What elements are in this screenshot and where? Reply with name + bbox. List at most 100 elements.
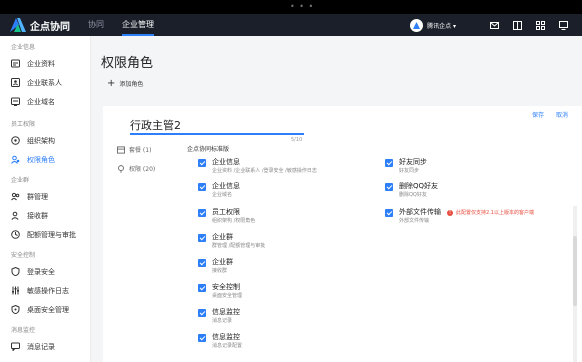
monitor-icon[interactable]: [559, 20, 568, 30]
permission-title: 删除QQ好友: [399, 182, 439, 190]
checkbox-checked[interactable]: [198, 234, 206, 242]
logo-icon: [10, 18, 26, 32]
sidebar-item-permission-roles[interactable]: 权限角色: [0, 150, 90, 169]
sidebar-item-label: 群管理: [27, 192, 48, 201]
permission-title: 企业群: [212, 233, 233, 241]
sidebar-item-enterprise-domain[interactable]: 企业域名: [0, 92, 90, 111]
permission-sub: 企业域名: [212, 192, 233, 198]
permission-title: 安全控制: [212, 283, 240, 291]
org-logo-icon: [413, 21, 421, 29]
permission-title: 好友同步: [399, 158, 427, 166]
sidebar-item-receive-group[interactable]: 接收群: [0, 206, 90, 225]
warning-text: 此配置仅支持2.1以上版本的客户端: [456, 210, 534, 216]
permission-sub: 删除QQ好友: [399, 192, 427, 198]
domain-icon: [11, 97, 20, 106]
tab-package[interactable]: 套餐 (1): [117, 145, 151, 154]
section-title: 企点协同标准版: [187, 146, 230, 153]
role-icon: [11, 155, 20, 164]
sidebar-item-label: 企业资料: [27, 59, 55, 68]
checkbox-checked[interactable]: [198, 259, 206, 267]
tab-collaboration[interactable]: 协同: [88, 14, 104, 36]
permission-item[interactable]: 外部文件传输 ! 此配置仅支持2.1以上版本的客户端 外部文件传输: [385, 208, 534, 225]
save-button[interactable]: 保存: [532, 110, 544, 119]
checkbox-checked[interactable]: [198, 159, 206, 167]
permission-item[interactable]: 企业群 接收群: [198, 258, 233, 275]
checkbox-checked[interactable]: [385, 183, 393, 191]
main-content: 权限角色 + 添加角色 保存 取消 5/10 套餐 (1) 权限 (20) 企点…: [91, 36, 582, 362]
sidebar-item-label: 接收群: [27, 211, 48, 220]
permission-item[interactable]: 安全控制桌面安全管理: [198, 283, 242, 300]
sidebar-item-label: 消息记录: [27, 342, 55, 351]
id-card-icon: [11, 59, 20, 68]
tab-permission[interactable]: 权限 (20): [117, 164, 155, 173]
org-icon: [11, 136, 20, 145]
sidebar-item-label: 登录安全: [27, 267, 55, 276]
cancel-button[interactable]: 取消: [556, 110, 568, 119]
shield-icon: [11, 267, 20, 276]
permission-title: 外部文件传输: [399, 208, 441, 216]
sidebar-item-group-management[interactable]: 群管理: [0, 187, 90, 206]
app-logo[interactable]: 企点协同: [10, 14, 70, 36]
permission-sub: 好友同步: [399, 168, 420, 174]
permission-sub: 消息记录配置: [212, 343, 243, 349]
permission-item[interactable]: 企业信息 企业资料 /企业联系人 /登录安全 /敏感操作日志: [198, 158, 317, 175]
permission-item[interactable]: 好友同步 好友同步: [385, 158, 427, 175]
permission-title: 企业信息: [212, 182, 240, 190]
contact-icon: [11, 78, 20, 87]
version-warning: ! 此配置仅支持2.1以上版本的客户端: [447, 209, 534, 216]
permission-item[interactable]: 信息监控消息记录配置: [198, 333, 242, 350]
permission-sub: 桌面安全管理: [212, 293, 243, 299]
checkbox-checked[interactable]: [385, 159, 393, 167]
message-icon: [11, 342, 20, 351]
permission-sub: 外部文件传输: [399, 218, 430, 224]
checkbox-checked[interactable]: [198, 183, 206, 191]
checkbox-checked[interactable]: [198, 334, 206, 342]
sidebar-item-sensitive-log[interactable]: 敏感操作日志: [0, 281, 90, 300]
sidebar-item-desktop-security[interactable]: 桌面安全管理: [0, 300, 90, 319]
permission-item[interactable]: 企业群 群管理 /配额管理与审批: [198, 233, 265, 250]
org-switcher[interactable]: 腾讯企点 ▾: [427, 21, 456, 30]
sidebar-group-enterprise-group: 企业群: [11, 177, 30, 184]
sidebar-item-quota-approval[interactable]: 配额管理与审批: [0, 225, 90, 244]
top-navigation-bar: 企点协同 协同 企业管理 腾讯企点 ▾: [0, 14, 582, 36]
quota-icon: [11, 230, 20, 239]
plus-icon: +: [107, 77, 116, 89]
grid-icon[interactable]: [536, 20, 545, 30]
permission-title: 企业群: [212, 258, 233, 266]
add-role-button[interactable]: + 添加角色: [107, 77, 143, 89]
checkbox-checked[interactable]: [385, 209, 393, 217]
permission-item[interactable]: 企业信息 企业域名: [198, 182, 240, 199]
checkbox-checked[interactable]: [198, 209, 206, 217]
sidebar-item-message-records[interactable]: 消息记录: [0, 337, 90, 356]
sidebar-item-login-security[interactable]: 登录安全: [0, 262, 90, 281]
scrollbar-thumb[interactable]: [573, 236, 577, 306]
permission-title: 信息监控: [212, 308, 240, 316]
permission-sub: 组织架构 /权限角色: [212, 218, 256, 224]
tab-enterprise-management[interactable]: 企业管理: [122, 14, 154, 36]
permission-item[interactable]: 信息监控 消息记录: [198, 308, 240, 325]
sidebar-item-org-structure[interactable]: 组织架构: [0, 131, 90, 150]
permission-item[interactable]: 删除QQ好友 删除QQ好友: [385, 182, 438, 199]
book-icon[interactable]: [513, 20, 522, 30]
checkbox-checked[interactable]: [198, 284, 206, 292]
org-avatar[interactable]: [410, 18, 424, 32]
tab-package-label: 套餐 (1): [129, 147, 152, 154]
sidebar-item-label: 企业域名: [27, 97, 55, 106]
mail-icon[interactable]: [490, 21, 499, 30]
warning-icon: !: [447, 209, 453, 216]
permission-title: 信息监控: [212, 333, 240, 341]
checkbox-checked[interactable]: [198, 309, 206, 317]
permission-item[interactable]: 员工权限组织架构 /权限角色: [198, 208, 255, 225]
permission-icon: [118, 164, 124, 173]
sidebar-group-security: 安全控制: [11, 252, 36, 259]
sidebar-item-label: 组织架构: [27, 136, 55, 145]
scrollbar[interactable]: [573, 206, 577, 362]
tab-permission-label: 权限 (20): [129, 166, 156, 173]
group-icon: [11, 192, 20, 201]
role-name-input[interactable]: [130, 118, 304, 132]
sidebar-item-enterprise-contacts[interactable]: 企业联系人: [0, 73, 90, 92]
window-dots: • • •: [290, 2, 315, 11]
permission-title: 员工权限: [212, 208, 240, 216]
desktop-shield-icon: [11, 305, 20, 314]
sidebar-item-enterprise-profile[interactable]: 企业资料: [0, 54, 90, 73]
